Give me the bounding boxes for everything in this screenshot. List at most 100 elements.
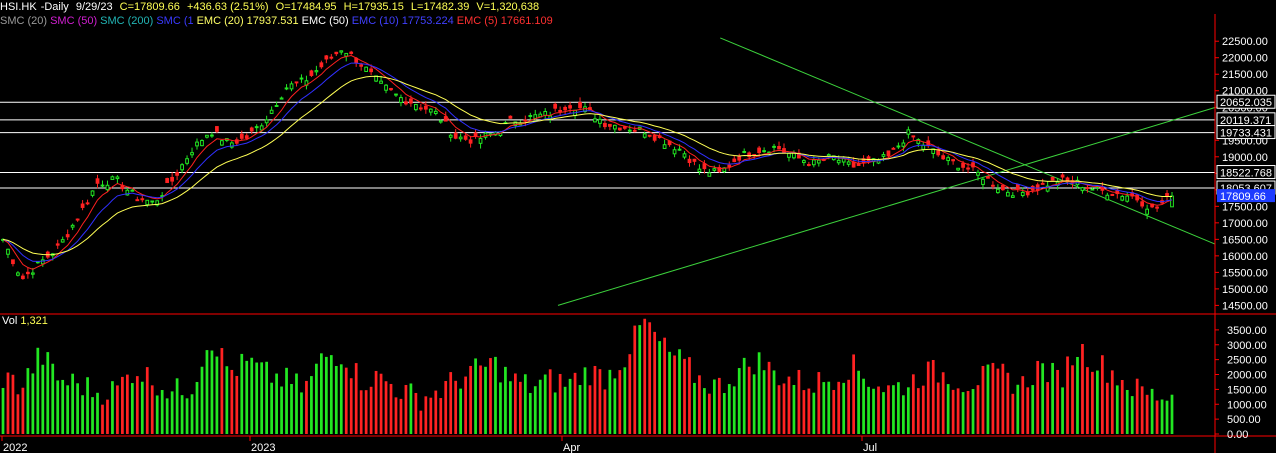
level-label: 18522.768 [1220, 168, 1272, 180]
volume-bar [145, 367, 149, 434]
candle-body [1120, 195, 1125, 201]
volume-bar [160, 390, 164, 434]
candle-body [259, 125, 264, 131]
candle-body [707, 172, 712, 177]
candle-body [1040, 182, 1045, 185]
candle-body [349, 51, 354, 54]
volume-bar [414, 392, 418, 434]
volume-bar [593, 365, 597, 434]
candle-body [254, 126, 259, 129]
volume-bar [976, 385, 980, 434]
candle-body [568, 105, 572, 109]
volume-bar [280, 386, 283, 434]
candle-body [911, 135, 916, 138]
volume-bar [698, 375, 701, 434]
volume-bar [150, 385, 154, 434]
volume-bar [658, 341, 661, 434]
indicator-0: SMC (20) [0, 15, 48, 27]
volume-bar [1165, 400, 1169, 434]
volume-bar [26, 368, 30, 434]
volume-bar [484, 366, 487, 434]
candle-body [732, 158, 737, 163]
candle-body [608, 123, 612, 127]
candle-body [1085, 187, 1090, 190]
volume-bar [315, 363, 318, 434]
candle-body [811, 159, 816, 166]
candle-body [642, 133, 647, 138]
volume-bar [538, 379, 542, 434]
volume-bar [36, 347, 40, 434]
ema-10-line [2, 62, 1173, 262]
volume-bar [648, 322, 652, 434]
volume-bar [897, 382, 900, 434]
candle-body [418, 107, 423, 110]
candle-body [946, 157, 951, 162]
volume-bar [349, 378, 353, 434]
candle-body [1060, 174, 1065, 178]
volume-bar [1170, 394, 1174, 434]
volume-bar [767, 361, 771, 434]
candle-body [697, 168, 702, 173]
volume-bar [369, 386, 373, 434]
volume-bar [324, 356, 328, 434]
volume-bar [523, 374, 527, 434]
volume-bar [807, 388, 811, 434]
ema-5-line [2, 54, 1173, 270]
volume-bar [966, 390, 970, 434]
volume-bar [1125, 389, 1129, 434]
candle-body [75, 218, 80, 221]
open-value: O=17484.95 [275, 1, 337, 13]
candle-body [95, 178, 100, 184]
candle-body [309, 70, 314, 76]
volume-bar [1160, 399, 1164, 434]
date: 9/29/23 [75, 1, 113, 13]
volume-bar [399, 398, 403, 434]
volume-bar [300, 392, 303, 434]
candle-body [702, 163, 707, 170]
volume-bar [887, 385, 890, 434]
close-value: C=17809.66 [119, 1, 180, 13]
price-tick-label: 15000.00 [1222, 284, 1268, 296]
volume-bar [96, 392, 99, 434]
candle-body [399, 97, 403, 104]
volume-bar [494, 356, 497, 434]
volume-bar [613, 378, 617, 434]
candle-body [249, 127, 254, 132]
volume-bar [210, 350, 214, 434]
time-tick-label: 2023 [251, 442, 275, 453]
candle-body [404, 101, 408, 105]
volume-bar [389, 383, 393, 434]
candle-body [185, 158, 189, 164]
price-tick-label: 15500.00 [1222, 267, 1268, 279]
candle-body [180, 164, 184, 171]
candle-body [319, 62, 324, 68]
volume-tick-label: 1500.00 [1227, 384, 1267, 396]
candle-body [996, 188, 1000, 194]
volume-bar [568, 378, 572, 434]
candle-body [896, 145, 901, 148]
volume-bar [265, 361, 269, 434]
volume-bar [205, 350, 209, 434]
volume-bar [245, 360, 249, 434]
trendline-1 [720, 37, 1216, 245]
candle-body [359, 64, 364, 67]
volume-bar [334, 365, 338, 434]
volume-bar [86, 377, 89, 434]
volume-bar [1140, 386, 1144, 434]
candle-body [314, 70, 319, 73]
candle-body [802, 160, 806, 164]
price-tick-label: 17500.00 [1222, 201, 1268, 213]
volume-bar [31, 373, 35, 434]
price-tick-label: 16500.00 [1222, 234, 1268, 246]
candle-body [921, 144, 926, 150]
candle-body [1010, 195, 1015, 198]
candle-body [369, 68, 373, 73]
volume-bar [474, 358, 477, 434]
volume-bar [165, 398, 169, 434]
candle-body [617, 127, 622, 131]
trendlines [557, 37, 1216, 306]
candle-body [438, 120, 443, 123]
volume-bar [1091, 371, 1094, 434]
candle-body [662, 144, 667, 149]
candle-body [324, 55, 329, 60]
